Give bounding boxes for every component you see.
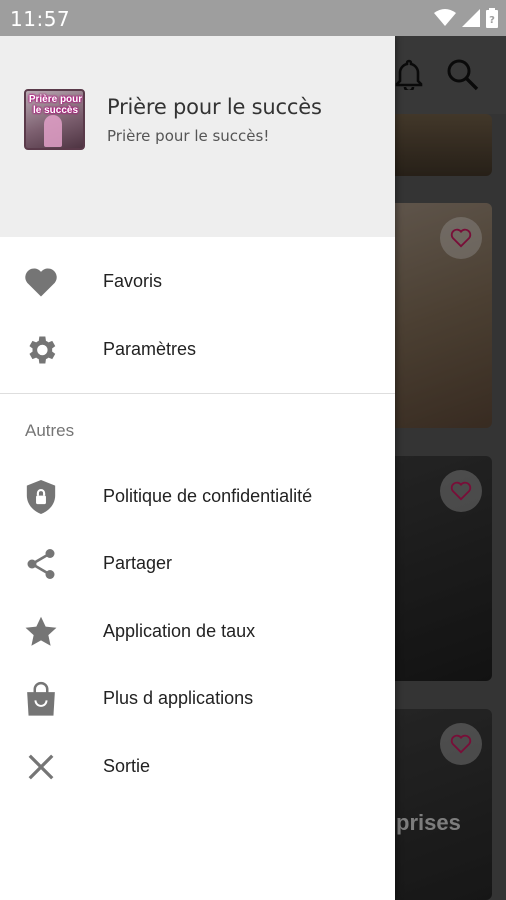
app-logo: Prière pour le succès bbox=[24, 89, 85, 150]
star-icon bbox=[22, 614, 60, 650]
status-icons: ? bbox=[434, 8, 498, 33]
menu-item-label: Plus d applications bbox=[103, 688, 254, 708]
logo-figure bbox=[44, 115, 62, 147]
battery-icon: ? bbox=[486, 8, 498, 33]
drawer-title: Prière pour le succès bbox=[107, 95, 322, 119]
menu-item-rate-app[interactable]: Application de taux bbox=[0, 602, 395, 662]
drawer-header: Prière pour le succès Prière pour le suc… bbox=[0, 36, 395, 237]
section-label-autres: Autres bbox=[25, 421, 75, 440]
menu-item-privacy-policy[interactable]: Politique de confidentialité bbox=[0, 467, 395, 527]
menu-item-partager[interactable]: Partager bbox=[0, 534, 395, 594]
heart-icon bbox=[22, 264, 60, 300]
status-time: 11:57 bbox=[10, 7, 71, 31]
logo-text: Prière pour le succès bbox=[28, 94, 83, 116]
drawer-subtitle: Prière pour le succès! bbox=[107, 127, 270, 145]
drawer-divider bbox=[0, 393, 395, 394]
menu-item-sortie[interactable]: Sortie bbox=[0, 737, 395, 797]
menu-item-label: Paramètres bbox=[103, 339, 197, 359]
signal-icon bbox=[462, 9, 480, 32]
shield-lock-icon bbox=[22, 479, 60, 515]
wifi-icon bbox=[434, 9, 456, 32]
navigation-drawer: Prière pour le succès Prière pour le suc… bbox=[0, 36, 395, 900]
share-icon bbox=[22, 546, 60, 582]
shopping-bag-icon bbox=[22, 681, 60, 717]
menu-item-label: Politique de confidentialité bbox=[103, 486, 313, 506]
svg-text:?: ? bbox=[489, 15, 495, 26]
menu-item-favoris[interactable]: Favoris bbox=[0, 252, 395, 312]
menu-item-label: Favoris bbox=[103, 271, 163, 291]
menu-item-label: Application de taux bbox=[103, 621, 256, 641]
menu-item-label: Partager bbox=[103, 553, 173, 573]
menu-item-label: Sortie bbox=[103, 756, 151, 776]
gear-icon bbox=[22, 332, 60, 368]
status-bar: 11:57 ? bbox=[0, 0, 506, 36]
close-icon bbox=[22, 749, 60, 785]
menu-item-more-apps[interactable]: Plus d applications bbox=[0, 669, 395, 729]
menu-item-parametres[interactable]: Paramètres bbox=[0, 320, 395, 380]
